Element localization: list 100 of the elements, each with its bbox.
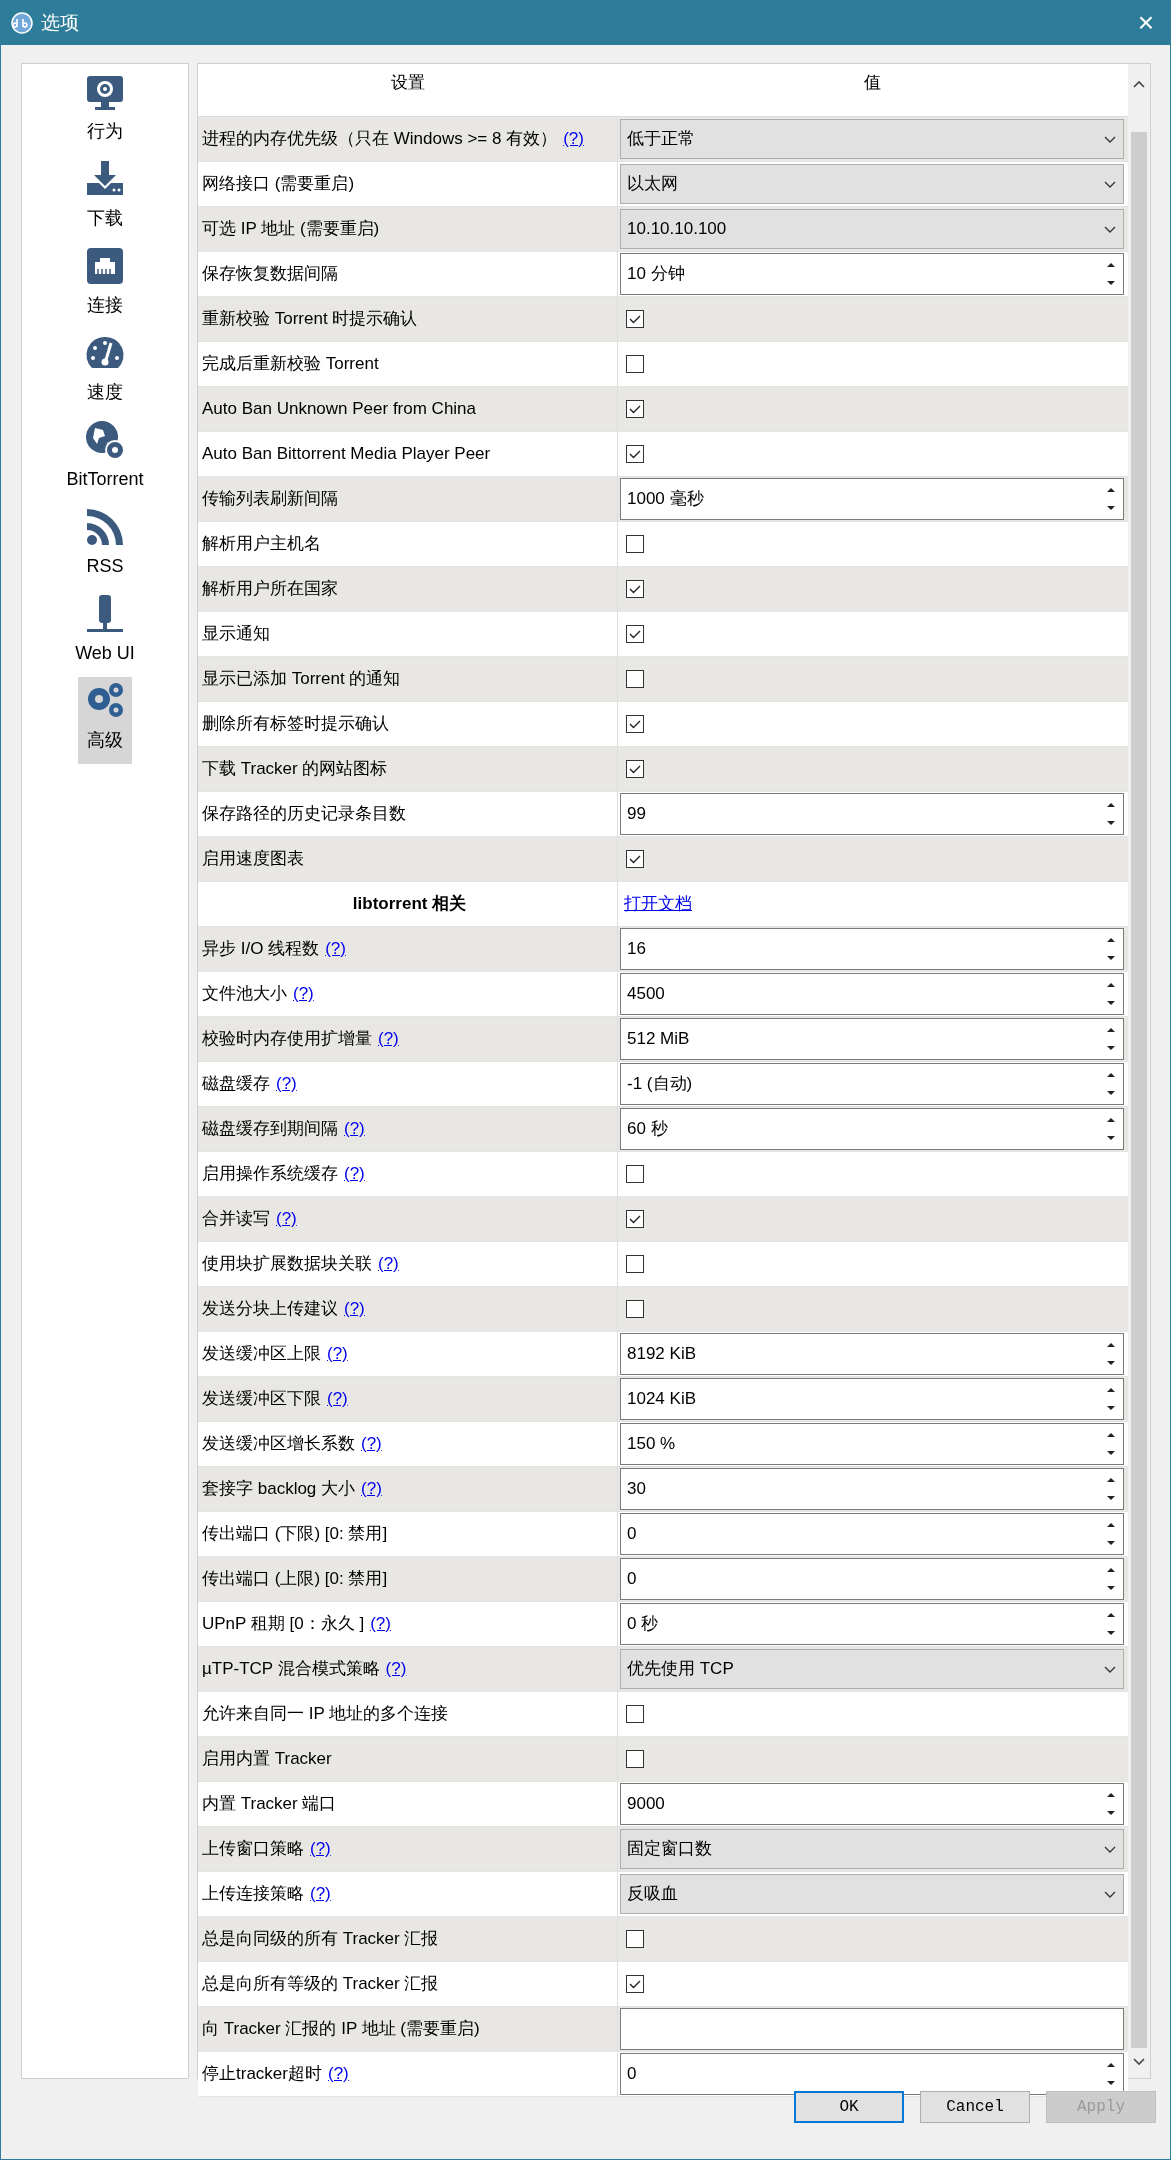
setting-label: 异步 I/O 线程数: [202, 938, 320, 961]
checkbox[interactable]: [626, 625, 644, 643]
spin-box[interactable]: 512 MiB: [620, 1018, 1124, 1060]
setting-label: 可选 IP 地址 (需要重启): [202, 218, 380, 241]
spin-box[interactable]: 60 秒: [620, 1108, 1124, 1150]
column-header[interactable]: 设置: [198, 64, 618, 102]
help-link[interactable]: (?): [327, 2061, 349, 2087]
dropdown[interactable]: 以太网: [620, 164, 1124, 204]
help-link[interactable]: (?): [385, 1656, 407, 1682]
spin-box[interactable]: -1 (自动): [620, 1063, 1124, 1105]
help-link[interactable]: (?): [344, 1161, 365, 1187]
sidebar-item[interactable]: Web UI: [69, 590, 141, 677]
checkbox[interactable]: [626, 400, 644, 418]
setting-label: 总是向同级的所有 Tracker 汇报: [202, 1928, 439, 1951]
help-link[interactable]: (?): [276, 1206, 297, 1232]
docs-link[interactable]: 打开文档: [620, 891, 692, 917]
spin-box[interactable]: 150 %: [620, 1423, 1124, 1465]
setting-label: 发送缓冲区下限: [202, 1388, 321, 1411]
spin-box[interactable]: 10 分钟: [620, 253, 1124, 295]
help-link[interactable]: (?): [276, 1071, 297, 1097]
help-link[interactable]: (?): [325, 936, 346, 962]
setting-label: 上传窗口策略: [202, 1838, 304, 1861]
dropdown[interactable]: 优先使用 TCP: [620, 1649, 1124, 1689]
help-link[interactable]: (?): [293, 981, 314, 1007]
checkbox[interactable]: [626, 580, 644, 598]
spin-box[interactable]: 1024 KiB: [620, 1378, 1124, 1420]
sidebar-item[interactable]: 速度: [78, 329, 132, 416]
checkbox[interactable]: [626, 1300, 644, 1318]
setting-label: 发送分块上传建议: [202, 1298, 338, 1321]
help-link[interactable]: (?): [361, 1476, 382, 1502]
help-link[interactable]: (?): [344, 1296, 365, 1322]
help-link[interactable]: (?): [563, 126, 584, 152]
spin-box[interactable]: 0 秒: [620, 1603, 1124, 1645]
spin-box[interactable]: 30: [620, 1468, 1124, 1510]
setting-label: 解析用户主机名: [202, 533, 321, 556]
setting-label: 内置 Tracker 端口: [202, 1793, 337, 1816]
help-link[interactable]: (?): [344, 1116, 365, 1142]
checkbox[interactable]: [626, 1930, 644, 1948]
spin-box[interactable]: 1000 毫秒: [620, 478, 1124, 520]
spin-box[interactable]: 0: [620, 1513, 1124, 1555]
help-link[interactable]: (?): [327, 1386, 348, 1412]
setting-label: 显示通知: [202, 623, 270, 646]
dropdown[interactable]: 反吸血: [620, 1874, 1124, 1914]
checkbox[interactable]: [626, 535, 644, 553]
spin-box[interactable]: 8192 KiB: [620, 1333, 1124, 1375]
help-link[interactable]: (?): [327, 1341, 348, 1367]
setting-label: 向 Tracker 汇报的 IP 地址 (需要重启): [202, 2018, 480, 2041]
setting-label: 使用块扩展数据块关联: [202, 1253, 372, 1276]
help-link[interactable]: (?): [361, 1431, 382, 1457]
setting-label: 进程的内存优先级（只在 Windows >= 8 有效）: [202, 128, 558, 151]
dialog-button[interactable]: OK: [794, 2091, 904, 2123]
help-link[interactable]: (?): [378, 1251, 399, 1277]
sidebar-item[interactable]: 下载: [78, 155, 132, 242]
setting-label: 发送缓冲区增长系数: [202, 1433, 355, 1456]
help-link[interactable]: (?): [310, 1836, 331, 1862]
setting-label: 启用操作系统缓存: [202, 1163, 338, 1186]
close-button[interactable]: ×: [1131, 9, 1160, 37]
dropdown[interactable]: 固定窗口数: [620, 1829, 1124, 1869]
checkbox[interactable]: [626, 310, 644, 328]
spin-box[interactable]: 99: [620, 793, 1124, 835]
help-link[interactable]: (?): [370, 1611, 391, 1637]
window-title: 选项: [41, 10, 79, 35]
spin-box[interactable]: 9000: [620, 1783, 1124, 1825]
input-field[interactable]: [620, 2008, 1124, 2050]
spin-box[interactable]: 4500: [620, 973, 1124, 1015]
checkbox[interactable]: [626, 1705, 644, 1723]
spin-box[interactable]: 16: [620, 928, 1124, 970]
checkbox[interactable]: [626, 760, 644, 778]
checkbox[interactable]: [626, 1255, 644, 1273]
checkbox[interactable]: [626, 670, 644, 688]
column-header[interactable]: 值: [618, 64, 1126, 102]
setting-label: Auto Ban Bittorrent Media Player Peer: [202, 443, 491, 466]
dropdown[interactable]: 低于正常: [620, 119, 1124, 159]
app-logo-icon: [11, 12, 33, 34]
spin-box[interactable]: 0: [620, 1558, 1124, 1600]
setting-label: 校验时内存使用扩增量: [202, 1028, 372, 1051]
spin-box[interactable]: 0: [620, 2053, 1124, 2095]
checkbox[interactable]: [626, 445, 644, 463]
checkbox[interactable]: [626, 850, 644, 868]
setting-label: 完成后重新校验 Torrent: [202, 353, 379, 376]
sidebar-item[interactable]: 行为: [78, 68, 132, 155]
setting-label: 合并读写: [202, 1208, 270, 1231]
checkbox[interactable]: [626, 355, 644, 373]
sidebar-item[interactable]: 高级: [78, 677, 132, 764]
help-link[interactable]: (?): [310, 1881, 331, 1907]
checkbox[interactable]: [626, 715, 644, 733]
sidebar-item[interactable]: 连接: [78, 242, 132, 329]
sidebar-item[interactable]: BitTorrent: [60, 416, 150, 503]
dropdown[interactable]: 10.10.10.100: [620, 209, 1124, 249]
sidebar-item[interactable]: RSS: [78, 503, 132, 590]
checkbox[interactable]: [626, 1210, 644, 1228]
checkbox[interactable]: [626, 1975, 644, 1993]
setting-label: 启用内置 Tracker: [202, 1748, 332, 1771]
help-link[interactable]: (?): [378, 1026, 399, 1052]
setting-label: 套接字 backlog 大小: [202, 1478, 356, 1501]
setting-label: 保存恢复数据间隔: [202, 263, 338, 286]
dialog-button[interactable]: Cancel: [920, 2091, 1030, 2123]
checkbox[interactable]: [626, 1165, 644, 1183]
setting-label: 传出端口 (下限) [0: 禁用]: [202, 1523, 388, 1546]
checkbox[interactable]: [626, 1750, 644, 1768]
